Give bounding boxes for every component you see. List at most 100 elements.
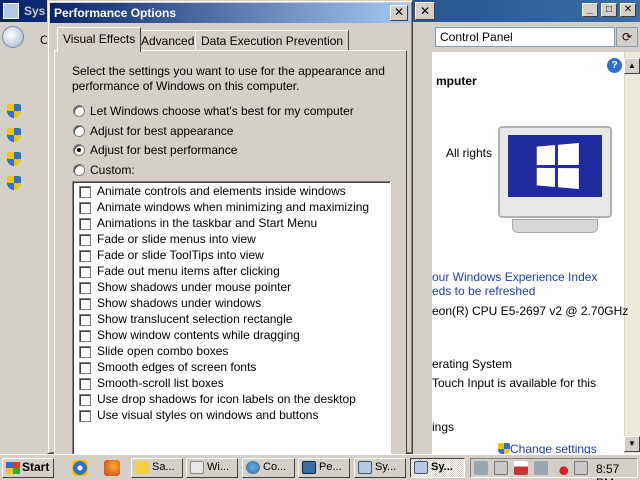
computer-heading: mputer — [436, 74, 477, 88]
shield-icon[interactable] — [7, 176, 21, 190]
taskbar-button[interactable]: Wi... — [186, 458, 238, 478]
checkbox[interactable] — [79, 314, 91, 326]
tab-advanced[interactable]: Advanced — [135, 30, 201, 51]
dialog-titlebar[interactable]: Performance Options ✕ — [50, 3, 410, 23]
effect-label: Slide open combo boxes — [97, 344, 229, 358]
settings-section-label: ings — [432, 420, 455, 434]
dialog-close-button[interactable]: ✕ — [390, 5, 408, 21]
checkbox[interactable] — [79, 218, 91, 230]
system-icon — [414, 461, 428, 474]
checkbox[interactable] — [79, 282, 91, 294]
checkbox[interactable] — [79, 202, 91, 214]
checkbox[interactable] — [79, 378, 91, 390]
task-label: Wi... — [207, 461, 229, 473]
system-icon — [358, 461, 372, 474]
effect-label: Animate controls and elements inside win… — [97, 184, 346, 198]
checkbox[interactable] — [79, 394, 91, 406]
taskbar-button[interactable]: Sy... — [354, 458, 406, 478]
scroll-up-button[interactable]: ▲ — [624, 58, 640, 74]
checkbox[interactable] — [79, 346, 91, 358]
scrollbar[interactable] — [624, 52, 640, 454]
system-window-title: Sys — [24, 4, 46, 18]
inner-close-button[interactable]: ✕ — [415, 2, 435, 20]
windows-logo-monitor — [498, 126, 612, 218]
checkbox[interactable] — [79, 266, 91, 278]
copyright-text: All rights — [446, 146, 493, 160]
effect-label: Show translucent selection rectangle — [97, 312, 293, 326]
maximize-button[interactable]: □ — [601, 3, 617, 17]
checkbox[interactable] — [79, 330, 91, 342]
shield-icon[interactable] — [7, 104, 21, 118]
minimize-button[interactable]: _ — [582, 3, 598, 17]
radio-label: Adjust for best performance — [90, 143, 238, 157]
wei-link[interactable]: our Windows Experience Index — [432, 270, 597, 284]
effect-label: Use visual styles on windows and buttons — [97, 408, 319, 422]
help-icon[interactable]: ? — [607, 58, 622, 73]
tray-monitor-icon[interactable] — [574, 461, 588, 475]
system-icon — [3, 3, 19, 19]
radio-label: Adjust for best appearance — [90, 124, 234, 138]
task-label: Pe... — [319, 461, 342, 473]
refresh-button[interactable]: ⟳ — [616, 27, 638, 47]
control-panel-icon — [246, 461, 260, 474]
action-center-flag-icon[interactable] — [514, 461, 528, 475]
checkbox[interactable] — [79, 186, 91, 198]
back-button[interactable] — [2, 26, 24, 48]
dialog-title: Performance Options — [54, 6, 177, 20]
tray-network-icon[interactable] — [474, 461, 488, 475]
task-label: Co... — [263, 461, 287, 473]
checkbox[interactable] — [79, 234, 91, 246]
tray-display-icon[interactable] — [494, 461, 508, 475]
taskbar-button[interactable]: Sa... — [131, 458, 183, 478]
monitor-screen — [508, 135, 602, 197]
taskbar: Start Sa... Wi... Co... Pe... Sy... Sy..… — [0, 454, 640, 480]
effect-label: Show window contents while dragging — [97, 328, 300, 342]
checkbox[interactable] — [79, 410, 91, 422]
taskbar-button[interactable]: Pe... — [298, 458, 350, 478]
radio-label: Custom: — [90, 163, 135, 177]
panel-description: Select the settings you want to use for … — [72, 64, 385, 93]
taskbar-button-active[interactable]: Sy... — [410, 458, 465, 478]
task-label: Sy... — [375, 461, 397, 473]
effect-label: Fade or slide menus into view — [97, 232, 256, 246]
radio-button[interactable] — [73, 125, 85, 137]
radio-button-checked[interactable] — [73, 144, 85, 156]
visual-effects-list[interactable]: Animate controls and elements inside win… — [72, 181, 391, 456]
shield-icon[interactable] — [7, 152, 21, 166]
checkbox[interactable] — [79, 362, 91, 374]
address-text: Control Panel — [440, 30, 513, 44]
clock[interactable]: 8:57 PM — [596, 462, 637, 480]
left-pane — [0, 22, 24, 454]
checkbox[interactable] — [79, 298, 91, 310]
windows-flag-icon — [536, 143, 579, 189]
start-label: Start — [22, 460, 50, 474]
visual-effects-panel: Select the settings you want to use for … — [54, 50, 407, 456]
internet-explorer-icon[interactable] — [72, 460, 88, 476]
taskbar-button[interactable]: Co... — [242, 458, 295, 478]
firefox-icon[interactable] — [104, 460, 120, 476]
effect-label: Show shadows under windows — [97, 296, 262, 310]
tray-computer-icon[interactable] — [534, 461, 548, 475]
speaker-muted-icon[interactable] — [554, 461, 568, 475]
checkbox[interactable] — [79, 250, 91, 262]
processor-text: eon(R) CPU E5-2697 v2 @ 2.70GHz — [432, 304, 629, 318]
tab-data-execution-prevention[interactable]: Data Execution Prevention — [195, 30, 350, 51]
effect-label: Fade out menu items after clicking — [97, 264, 280, 278]
effect-label: Use drop shadows for icon labels on the … — [97, 392, 356, 406]
address-bar[interactable]: Control Panel — [435, 27, 615, 47]
effect-label: Animate windows when minimizing and maxi… — [97, 200, 370, 214]
effect-label: Smooth edges of screen fonts — [97, 360, 257, 374]
start-button[interactable]: Start — [2, 458, 54, 478]
scroll-down-button[interactable]: ▼ — [624, 436, 640, 452]
shield-icon[interactable] — [7, 128, 21, 142]
effect-label: Animations in the taskbar and Start Menu — [97, 216, 318, 230]
tab-visual-effects[interactable]: Visual Effects — [57, 27, 142, 52]
close-button[interactable]: ✕ — [620, 3, 636, 17]
effect-label: Smooth-scroll list boxes — [97, 376, 224, 390]
task-label: Sa... — [152, 461, 175, 473]
radio-button[interactable] — [73, 164, 85, 176]
system-tray: 8:57 PM — [470, 458, 638, 480]
radio-button[interactable] — [73, 105, 85, 117]
windows-logo-icon — [6, 462, 20, 474]
wei-refresh-link[interactable]: eds to be refreshed — [432, 284, 535, 298]
